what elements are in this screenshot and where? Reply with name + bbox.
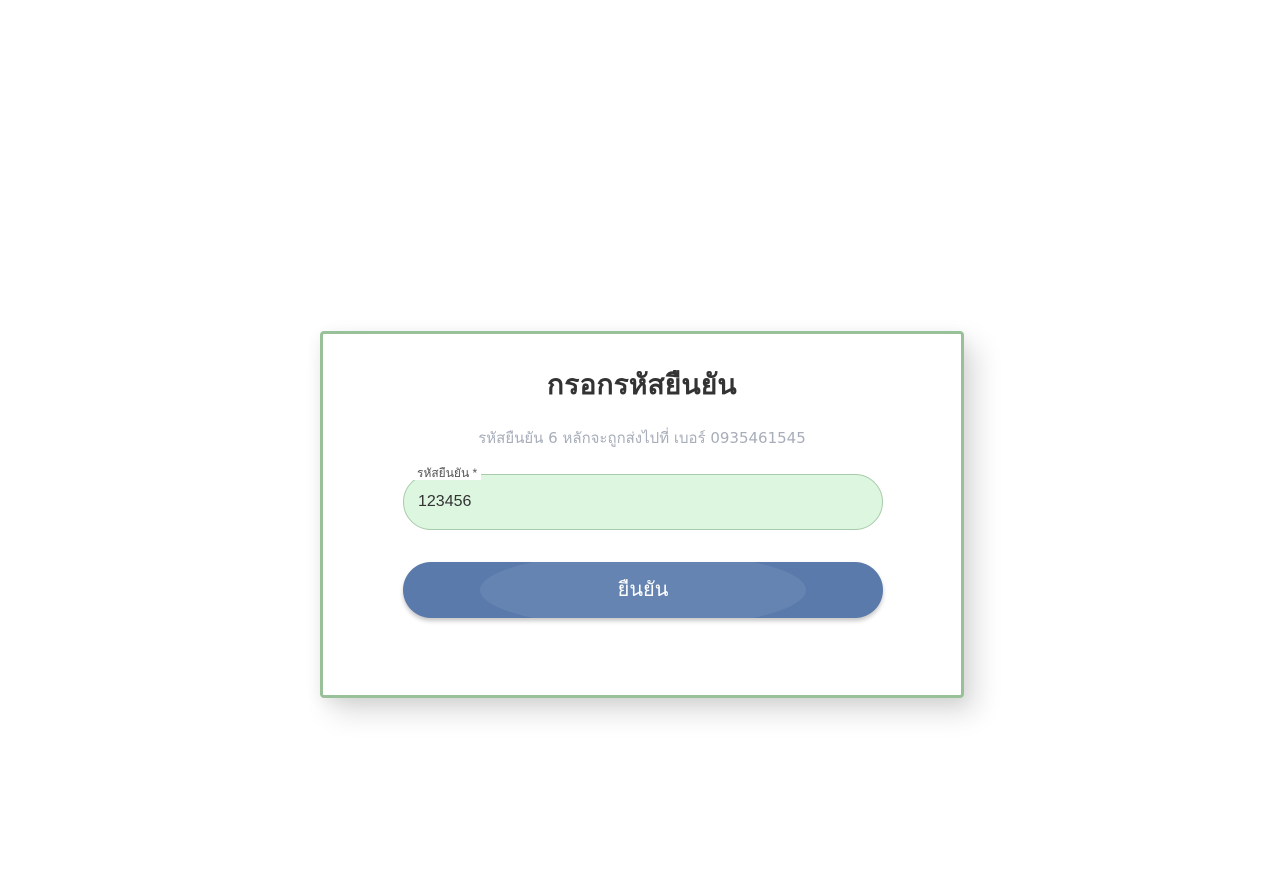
verification-card: กรอกรหัสยืนยัน รหัสยืนยัน 6 หลักจะถูกส่ง… <box>320 331 964 698</box>
verification-code-input[interactable] <box>403 474 883 530</box>
confirm-button[interactable]: ยืนยัน <box>403 562 883 618</box>
verification-code-field: รหัสยืนยัน * <box>403 466 883 530</box>
instruction-text: รหัสยืนยัน 6 หลักจะถูกส่งไปที่ เบอร์ 093… <box>478 429 806 447</box>
verification-code-label: รหัสยืนยัน * <box>413 466 482 480</box>
confirm-button-label: ยืนยัน <box>617 579 669 601</box>
page-title: กรอกรหัสยืนยัน <box>547 368 737 401</box>
